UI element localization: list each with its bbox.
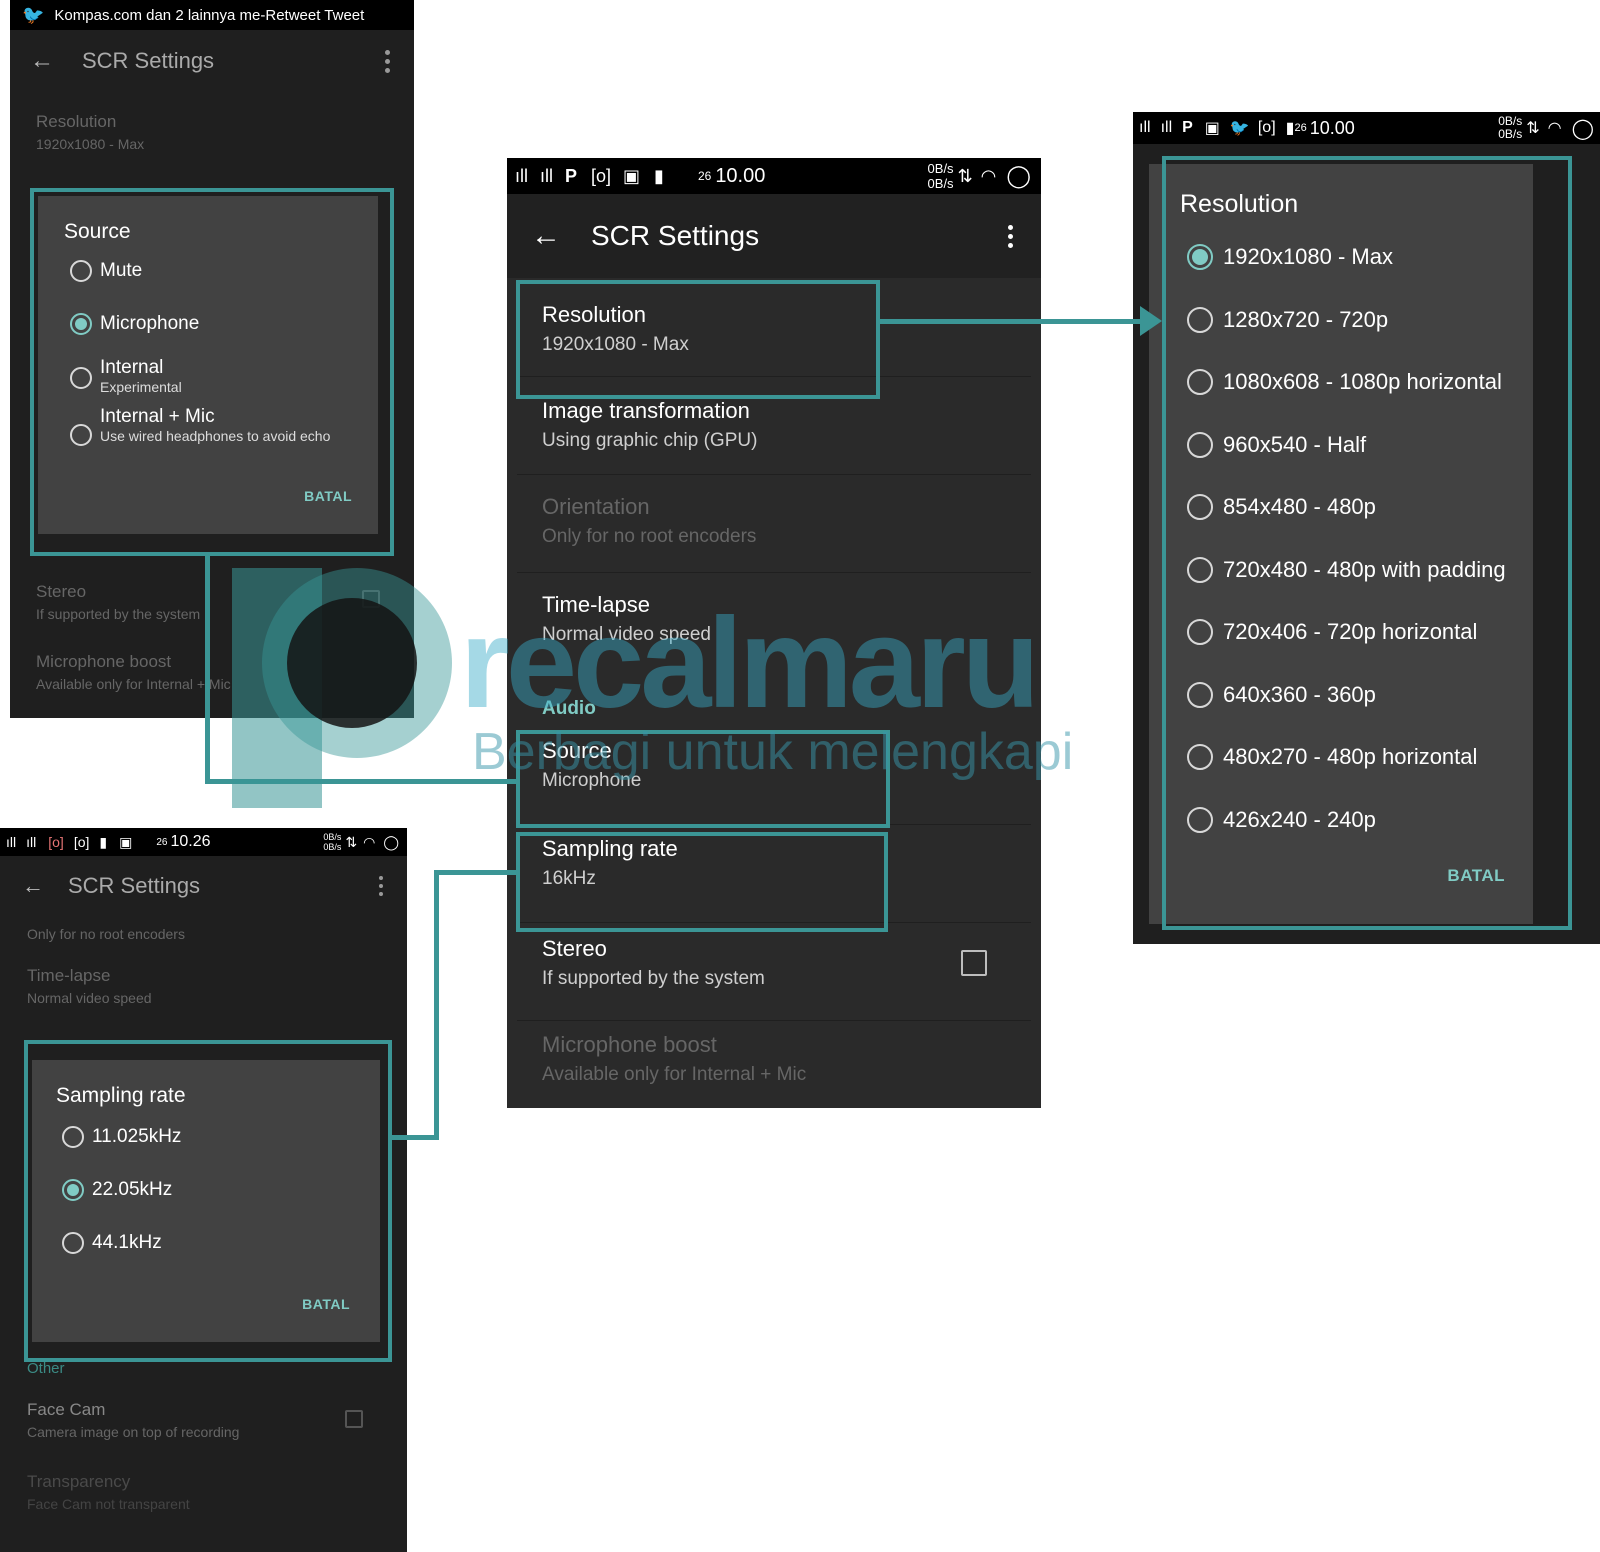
tweet-bar-text: Kompas.com dan 2 lainnya me-Retweet Twee… [54,6,365,24]
image-icon: ▣ [1204,120,1220,137]
network-rate: 0B/s 0B/s [323,832,342,852]
toolbar: ← SCR Settings [0,856,407,916]
wifi-icon: ◠ [980,165,997,186]
screen-record-icon: [o] [48,834,64,850]
overflow-menu-icon[interactable] [379,876,383,896]
wifi-icon: ◠ [363,833,376,850]
sampling-dialog-highlight [24,1040,392,1362]
image-icon: ▣ [119,833,133,850]
image-icon: ▣ [623,165,641,186]
circle-icon: ◯ [1006,163,1031,188]
page-title: SCR Settings [82,48,215,73]
signal-icon: ıll [540,165,553,186]
circle-icon: ◯ [383,833,399,850]
battery-icon: ▮ [654,165,664,186]
orientation-row[interactable]: Orientation Only for no root encoders [517,476,1031,573]
parking-icon: P [1182,119,1193,136]
face-cam-row[interactable]: Face Cam Camera image on top of recordin… [0,1390,407,1459]
data-arrows-icon: ⇅ [345,833,358,850]
face-cam-checkbox[interactable] [345,1410,363,1428]
signal-icon: ıll [1160,119,1173,136]
stereo-row[interactable]: Stereo If supported by the system [517,924,1031,1021]
parking-icon: P [565,165,578,186]
stereo-checkbox[interactable] [961,950,987,976]
connector-sampling-horizontal-bottom [392,1135,439,1140]
battery-icon: ▮ [1285,120,1295,137]
status-bar: ıll ıll [o] [o] ▮ ▣ 26 10.26 0B/s 0B/s ⇅… [0,828,407,856]
toolbar: ← SCR Settings [10,30,414,92]
circle-icon: ◯ [1571,117,1594,140]
battery-icon: ▮ [99,833,108,850]
signal-icon: ıll [6,834,17,850]
network-rate: 0B/s 0B/s [1498,114,1523,141]
connector-sampling-horizontal-top [434,870,518,875]
stereo-checkbox[interactable] [362,590,380,608]
resolution-highlight [516,280,880,399]
connector-source-horizontal [205,779,518,784]
connector-source-vertical [205,556,210,784]
signal-icon: ıll [26,834,37,850]
wifi-icon: ◠ [1547,120,1562,137]
other-section-header: Other [27,1360,65,1377]
overflow-menu-icon[interactable] [385,49,390,73]
sampling-rate-highlight [516,832,888,932]
data-arrows-icon: ⇅ [1526,120,1540,137]
orientation-row[interactable]: Only for no root encoders [0,916,407,953]
timelapse-row[interactable]: Time-lapse Normal video speed [517,574,1031,670]
toolbar: ← SCR Settings [507,194,1041,278]
twitter-icon: 🐦 [22,4,45,25]
tweet-bar: 🐦 Kompas.com dan 2 lainnya me-Retweet Tw… [10,0,414,30]
source-highlight [516,730,890,828]
resolution-row[interactable]: Resolution 1920x1080 - Max [10,98,414,163]
status-bar: ıll ıll P ▣ 🐦 [o] ▮ 26 10.00 0B/s 0B/s ⇅… [1133,112,1600,144]
arrow-head-icon [1140,306,1162,336]
screenshot-icon: [o] [73,834,90,850]
back-arrow-icon[interactable]: ← [531,219,561,253]
transparency-row[interactable]: Transparency Face Cam not transparent [0,1462,407,1530]
signal-icon: ıll [515,165,528,186]
connector-resolution [878,319,1140,324]
page-title: SCR Settings [591,220,760,251]
screenshot-icon: [o] [591,165,612,186]
timelapse-row[interactable]: Time-lapse Normal video speed [0,954,407,1021]
network-rate: 0B/s 0B/s [927,161,954,191]
mic-boost-row[interactable]: Microphone boost Available only for Inte… [517,1022,1031,1108]
back-arrow-icon[interactable]: ← [30,47,54,75]
connector-sampling-vertical [434,870,439,1140]
signal-icon: ıll [1139,119,1151,136]
resolution-dialog-highlight [1162,156,1572,930]
page-title: SCR Settings [68,873,201,898]
data-arrows-icon: ⇅ [957,165,973,186]
overflow-menu-icon[interactable] [1008,224,1013,248]
screenshot-icon: [o] [1257,119,1276,136]
back-arrow-icon[interactable]: ← [22,873,44,899]
stereo-row[interactable]: Stereo If supported by the system [10,570,414,635]
source-dialog-highlight [30,188,394,556]
twitter-icon: 🐦 [1229,120,1250,137]
audio-section-header: Audio [542,698,596,719]
mic-boost-row[interactable]: Microphone boost Available only for Inte… [10,642,414,706]
status-bar: ıll ıll P [o] ▣ ▮ 26 10.00 0B/s 0B/s ⇅ ◠… [507,158,1041,194]
